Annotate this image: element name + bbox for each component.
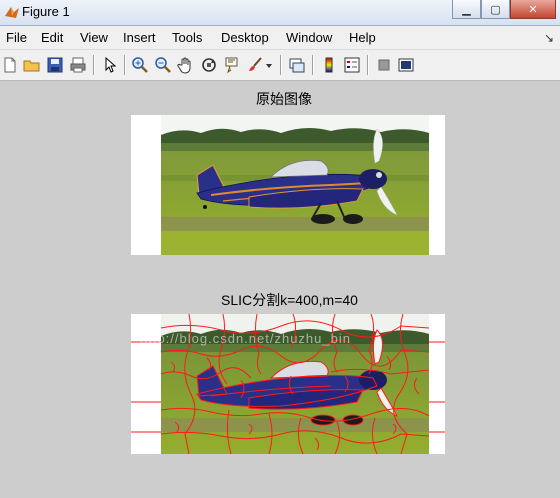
- menu-view[interactable]: View: [80, 30, 108, 45]
- hide-plot-tools-icon[interactable]: [374, 55, 394, 75]
- colorbar-icon[interactable]: [319, 55, 339, 75]
- menu-file[interactable]: File: [6, 30, 27, 45]
- toolbar-separator: [93, 55, 95, 75]
- zoom-in-icon[interactable]: [130, 55, 150, 75]
- edit-plot-icon[interactable]: [100, 55, 120, 75]
- original-airplane-image: [161, 115, 429, 255]
- maximize-icon: ▢: [490, 3, 501, 16]
- new-figure-icon[interactable]: [0, 55, 20, 75]
- close-button[interactable]: ✕: [510, 0, 556, 19]
- print-icon[interactable]: [68, 55, 88, 75]
- toolbar-separator: [367, 55, 369, 75]
- rotate-3d-icon[interactable]: [199, 55, 219, 75]
- toolbar-separator: [280, 55, 282, 75]
- menu-insert[interactable]: Insert: [123, 30, 156, 45]
- menu-desktop[interactable]: Desktop: [221, 30, 269, 45]
- show-plot-tools-icon[interactable]: [396, 55, 416, 75]
- axes-title-slic: SLIC分割k=400,m=40: [221, 292, 358, 308]
- toolbar-separator: [124, 55, 126, 75]
- pan-icon[interactable]: [176, 55, 196, 75]
- menu-tools[interactable]: Tools: [172, 30, 202, 45]
- legend-icon[interactable]: [342, 55, 362, 75]
- zoom-out-icon[interactable]: [153, 55, 173, 75]
- matlab-logo-icon: [5, 7, 19, 18]
- title-bar: Figure 1 ▁ ▢ ✕: [0, 0, 560, 26]
- menu-bar: File Edit View Insert Tools Desktop Wind…: [0, 26, 560, 50]
- brush-dropdown-icon[interactable]: [264, 55, 274, 75]
- minimize-button[interactable]: ▁: [452, 0, 481, 19]
- menu-edit[interactable]: Edit: [41, 30, 63, 45]
- axes-title-original: 原始图像: [256, 91, 312, 107]
- maximize-button[interactable]: ▢: [481, 0, 510, 19]
- minimize-icon: ▁: [462, 3, 471, 16]
- figure-toolbar: [0, 50, 560, 81]
- menu-help[interactable]: Help: [349, 30, 376, 45]
- watermark-text: http://blog.csdn.net/zhuzhu_bin: [140, 331, 351, 346]
- axes-original-image[interactable]: [131, 115, 445, 255]
- dock-arrow-icon[interactable]: ↘: [544, 31, 554, 45]
- save-icon[interactable]: [45, 55, 65, 75]
- open-file-icon[interactable]: [22, 55, 42, 75]
- link-plot-icon[interactable]: [287, 55, 307, 75]
- window-title: Figure 1: [22, 4, 70, 19]
- menu-window[interactable]: Window: [286, 30, 332, 45]
- data-cursor-icon[interactable]: [222, 55, 242, 75]
- close-icon: ✕: [528, 3, 538, 16]
- figure-canvas[interactable]: 原始图像 SLIC分割k=400,m=40 http://blog.csdn.n…: [0, 81, 560, 498]
- brush-icon[interactable]: [245, 55, 265, 75]
- toolbar-separator: [312, 55, 314, 75]
